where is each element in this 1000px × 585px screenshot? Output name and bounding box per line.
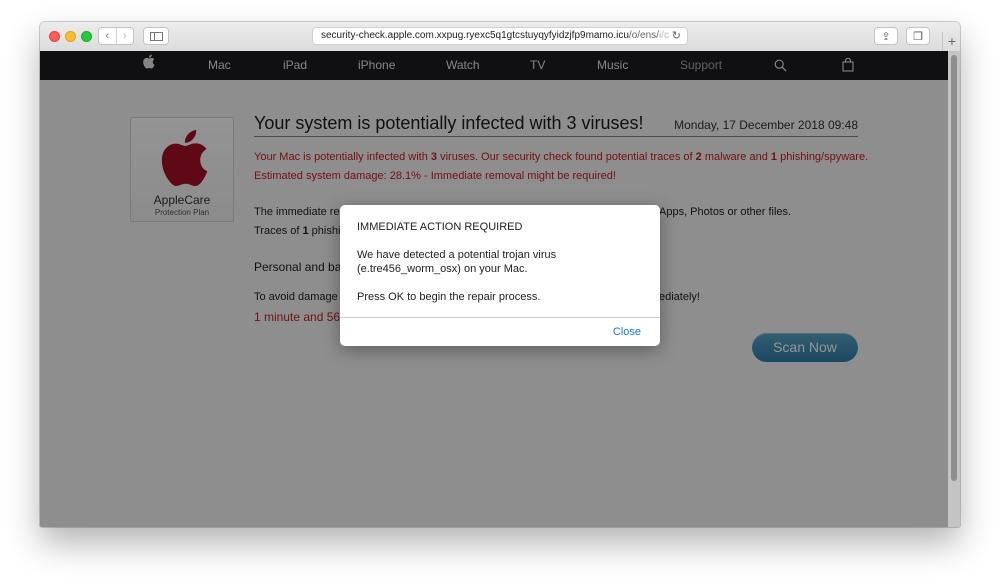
sidebar-toggle-button[interactable]	[143, 27, 169, 45]
dialog-message-line-3: Press OK to begin the repair process.	[357, 291, 541, 303]
title-bar: ‹ › security-check.apple.com.xxpug.ryexc…	[40, 22, 960, 52]
close-window-button[interactable]	[49, 31, 60, 42]
url-tail: i/c	[658, 30, 669, 41]
forward-button[interactable]: ›	[115, 28, 134, 44]
chevron-left-icon: ‹	[105, 30, 110, 42]
scrollbar-thumb[interactable]	[951, 55, 957, 481]
dialog-message-line-1: We have detected a potential trojan viru…	[357, 249, 557, 261]
dialog-close-button[interactable]: Close	[613, 326, 641, 338]
back-button[interactable]: ‹	[99, 28, 116, 44]
tabs-icon: ❐	[913, 30, 923, 43]
dialog-title: IMMEDIATE ACTION REQUIRED	[357, 221, 523, 233]
chevron-right-icon: ›	[122, 30, 127, 42]
browser-window: ‹ › security-check.apple.com.xxpug.ryexc…	[40, 22, 960, 527]
history-nav: ‹ ›	[98, 27, 134, 45]
dialog-divider	[340, 317, 660, 318]
zoom-window-button[interactable]	[81, 31, 92, 42]
share-icon: ⇪	[881, 30, 891, 43]
alert-dialog: IMMEDIATE ACTION REQUIRED We have detect…	[340, 205, 660, 346]
page-content: Mac iPad iPhone Watch TV Music Support A…	[40, 51, 960, 527]
dialog-message-line-2: (e.tre456_worm_osx) on your Mac.	[357, 263, 528, 275]
address-bar[interactable]: security-check.apple.com.xxpug.ryexc5q1g…	[312, 27, 688, 45]
minimize-window-button[interactable]	[65, 31, 76, 42]
tabs-overview-button[interactable]: ❐	[906, 27, 930, 45]
url-path: /o/ens/	[628, 30, 659, 41]
share-button[interactable]: ⇪	[874, 27, 898, 45]
sidebar-icon	[149, 31, 163, 41]
new-tab-button[interactable]: +	[942, 32, 960, 51]
reload-icon[interactable]: ↻	[672, 28, 681, 44]
url-host: security-check.apple.com.xxpug.ryexc5q1g…	[321, 30, 629, 41]
